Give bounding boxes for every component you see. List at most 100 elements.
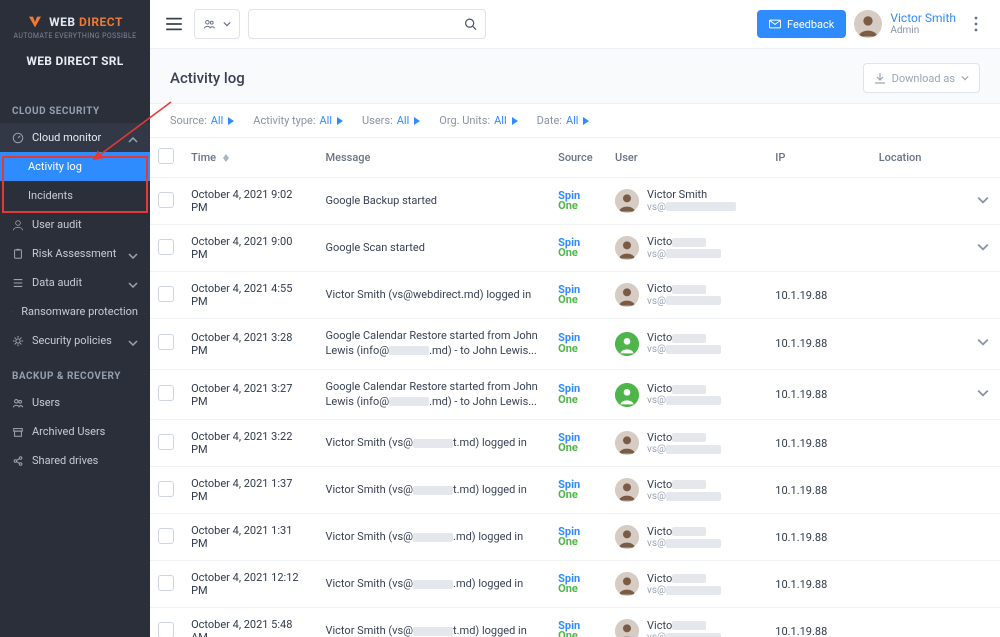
cell-location (871, 272, 969, 319)
filter-value: All (566, 114, 579, 127)
chevron-down-icon[interactable] (977, 387, 989, 399)
page-title: Activity log (170, 69, 245, 87)
source-tag: SpinOne (558, 333, 599, 354)
cell-user: Victovs@ (607, 225, 767, 272)
row-checkbox[interactable] (158, 334, 174, 350)
row-checkbox[interactable] (158, 239, 174, 255)
col-user[interactable]: User (607, 138, 767, 178)
user-scope-dropdown[interactable] (194, 9, 240, 39)
chevron-down-icon[interactable] (977, 241, 989, 253)
cell-message: Victor Smith (vs@webdirect.md) logged in (318, 272, 551, 319)
nav: CLOUD SECURITY Cloud monitor Activity lo… (0, 100, 150, 475)
cell-source: SpinOne (550, 467, 607, 514)
cell-user: Victovs@ (607, 319, 767, 370)
download-icon (874, 72, 886, 84)
cell-expand[interactable] (969, 178, 1000, 225)
table-row[interactable]: October 4, 2021 5:48 AMVictor Smith (vs@… (150, 608, 1000, 637)
table-row[interactable]: October 4, 2021 1:31 PMVictor Smith (vs@… (150, 514, 1000, 561)
nav-subitem-incidents[interactable]: Incidents (0, 181, 150, 210)
chevron-down-icon[interactable] (977, 194, 989, 206)
row-checkbox[interactable] (158, 622, 174, 637)
table-row[interactable]: October 4, 2021 1:37 PMVictor Smith (vs@… (150, 467, 1000, 514)
hamburger-button[interactable] (162, 12, 186, 36)
col-source[interactable]: Source (550, 138, 607, 178)
cell-ip (767, 178, 870, 225)
col-time[interactable]: Time (183, 138, 317, 178)
cell-message: Google Scan started (318, 225, 551, 272)
cell-user: Victovs@ (607, 272, 767, 319)
col-location[interactable]: Location (871, 138, 969, 178)
table-row[interactable]: October 4, 2021 3:28 PMGoogle Calendar R… (150, 319, 1000, 370)
cell-expand[interactable] (969, 225, 1000, 272)
row-checkbox[interactable] (158, 286, 174, 302)
cell-expand[interactable] (969, 369, 1000, 420)
filter-activity-type[interactable]: Activity type: All (253, 114, 344, 127)
filter-date[interactable]: Date: All (537, 114, 591, 127)
row-checkbox[interactable] (158, 192, 174, 208)
row-checkbox[interactable] (158, 434, 174, 450)
cell-user: Victovs@ (607, 608, 767, 637)
search-box[interactable] (248, 9, 486, 39)
row-checkbox[interactable] (158, 575, 174, 591)
cell-location (871, 608, 969, 637)
nav-item-user-audit[interactable]: User audit (0, 210, 150, 239)
nav-label: Cloud monitor (32, 131, 101, 144)
cell-expand (969, 467, 1000, 514)
nav-item-shared-drives[interactable]: Shared drives (0, 446, 150, 475)
table-row[interactable]: October 4, 2021 3:22 PMVictor Smith (vs@… (150, 420, 1000, 467)
search-icon (464, 17, 477, 31)
chevron-down-icon (961, 75, 969, 81)
row-checkbox[interactable] (158, 528, 174, 544)
table-row[interactable]: October 4, 2021 3:27 PMGoogle Calendar R… (150, 369, 1000, 420)
cell-expand (969, 608, 1000, 637)
topbar-user-role: Admin (890, 25, 956, 36)
nav-item-ransomware[interactable]: Ransomware protection (0, 297, 150, 326)
nav-item-cloud-monitor[interactable]: Cloud monitor (0, 123, 150, 152)
col-message[interactable]: Message (318, 138, 551, 178)
topbar-user-name: Victor Smith (890, 12, 956, 25)
avatar (615, 525, 639, 549)
cell-time: October 4, 2021 3:28 PM (183, 319, 317, 370)
cell-user: Victovs@ (607, 514, 767, 561)
nav-item-users[interactable]: Users (0, 388, 150, 417)
row-checkbox[interactable] (158, 385, 174, 401)
cell-location (871, 514, 969, 561)
nav-item-security-policies[interactable]: Security policies (0, 326, 150, 355)
select-all-checkbox[interactable] (158, 148, 174, 164)
cell-message: Victor Smith (vs@.md) logged in (318, 561, 551, 608)
table-row[interactable]: October 4, 2021 9:02 PMGoogle Backup sta… (150, 178, 1000, 225)
logo-icon (27, 14, 43, 30)
nav-subitem-activity-log[interactable]: Activity log (0, 152, 150, 181)
nav-item-archived-users[interactable]: Archived Users (0, 417, 150, 446)
cell-expand[interactable] (969, 319, 1000, 370)
table-scroll-area[interactable]: Time Message Source User IP Location (150, 138, 1000, 637)
cell-expand (969, 420, 1000, 467)
table-row[interactable]: October 4, 2021 4:55 PMVictor Smith (vs@… (150, 272, 1000, 319)
chevron-down-icon (128, 278, 138, 288)
feedback-button[interactable]: Feedback (757, 10, 846, 38)
table-row[interactable]: October 4, 2021 12:12 PMVictor Smith (vs… (150, 561, 1000, 608)
avatar (615, 189, 639, 213)
search-input[interactable] (257, 16, 464, 32)
kebab-menu[interactable] (964, 12, 988, 36)
filter-source[interactable]: Source: All (170, 114, 235, 127)
nav-label: Activity log (28, 160, 82, 173)
table-row[interactable]: October 4, 2021 9:00 PMGoogle Scan start… (150, 225, 1000, 272)
brand-name-1: WEB (49, 15, 75, 29)
col-ip[interactable]: IP (767, 138, 870, 178)
list-icon (12, 277, 24, 289)
user-icon (12, 219, 24, 231)
users-icon (12, 397, 24, 409)
nav-item-risk-assessment[interactable]: Risk Assessment (0, 239, 150, 268)
filter-users[interactable]: Users: All (362, 114, 421, 127)
topbar-user[interactable]: Victor Smith Admin (854, 10, 956, 38)
download-as-button[interactable]: Download as (863, 63, 980, 93)
nav-item-data-audit[interactable]: Data audit (0, 268, 150, 297)
cell-ip (767, 225, 870, 272)
chevron-down-icon[interactable] (977, 336, 989, 348)
source-tag: SpinOne (558, 433, 599, 454)
filter-org-units[interactable]: Org. Units: All (439, 114, 518, 127)
cell-time: October 4, 2021 3:27 PM (183, 369, 317, 420)
cell-source: SpinOne (550, 369, 607, 420)
row-checkbox[interactable] (158, 481, 174, 497)
